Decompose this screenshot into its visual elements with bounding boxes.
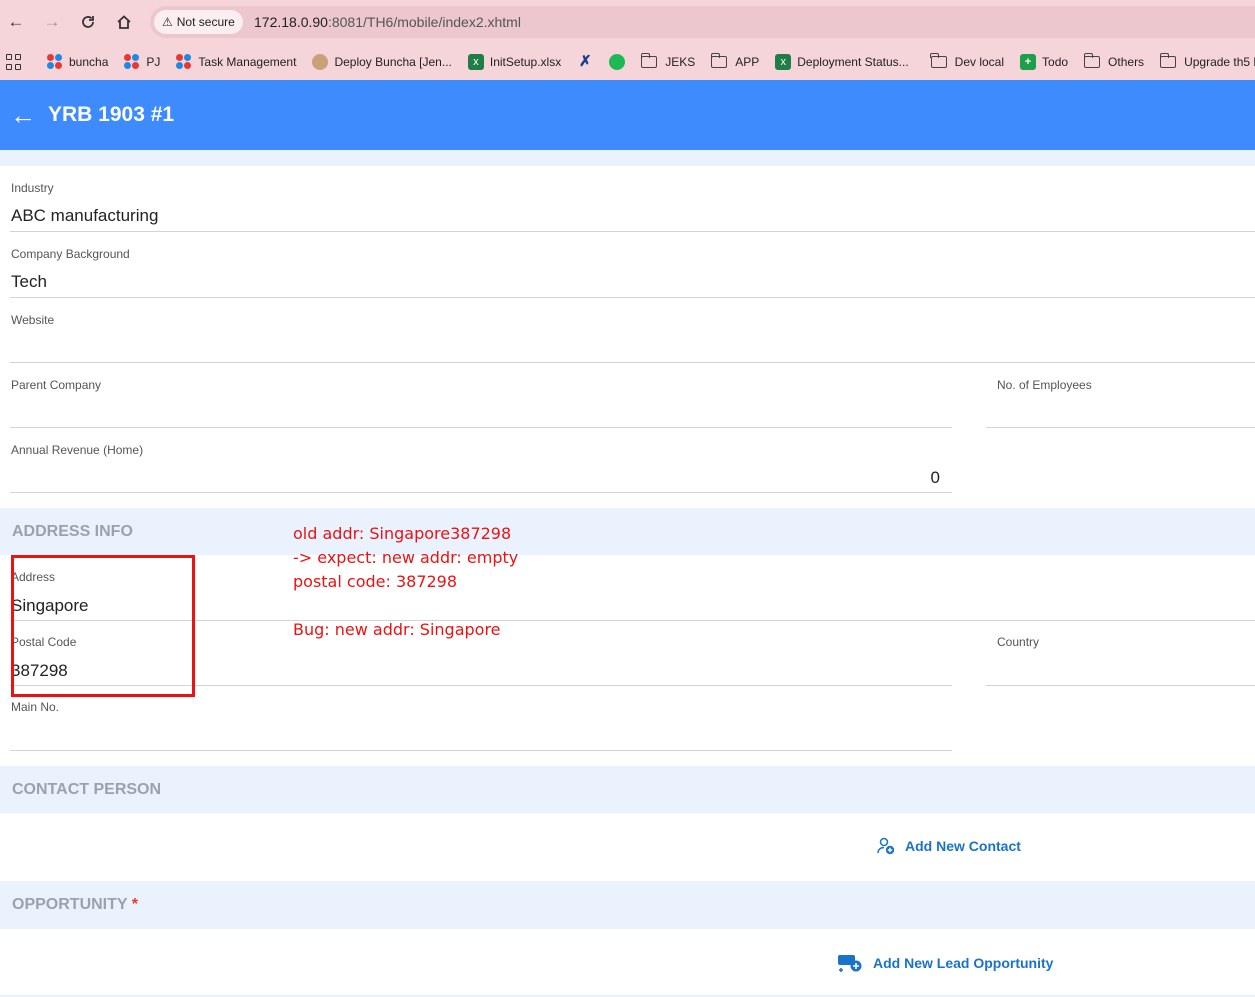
annual-revenue-field[interactable]: Annual Revenue (Home) 0 — [0, 428, 952, 493]
url-host: 172.18.0.90 — [254, 14, 328, 30]
bookmarks-bar: buncha PJ Task Management Deploy Buncha … — [0, 44, 1255, 80]
folder-icon — [710, 53, 728, 68]
bookmark-item[interactable]: PJ — [124, 54, 160, 70]
annotation-line: postal code: 387298 — [293, 572, 458, 591]
company-background-value: Tech — [11, 272, 47, 291]
address-section-header: ADDRESS INFO — [0, 508, 1255, 555]
bookmark-label: PJ — [146, 55, 161, 69]
buncha-logo-icon — [47, 54, 63, 70]
folder-icon — [640, 53, 658, 68]
required-mark: * — [131, 896, 138, 913]
opportunity-section-header: OPPORTUNITY * — [0, 881, 1255, 929]
back-arrow-icon[interactable]: ← — [10, 100, 38, 131]
apps-grid-icon[interactable] — [6, 54, 21, 70]
company-background-field[interactable]: Company Background Tech — [0, 232, 1255, 298]
contact-section-header: CONTACT PERSON — [0, 766, 1255, 813]
add-opportunity-icon — [838, 955, 862, 972]
company-info-card: Industry ABC manufacturing Company Backg… — [0, 166, 1255, 508]
security-chip[interactable]: ⚠ Not secure — [154, 10, 243, 34]
bookmark-label: Deploy Buncha [Jen... — [334, 55, 452, 69]
buncha-logo-icon — [176, 54, 192, 70]
bookmark-label: Others — [1108, 55, 1145, 69]
bookmark-label: buncha — [69, 55, 109, 69]
bookmark-folder[interactable]: APP — [710, 53, 760, 69]
annotation-line: old addr: Singapore387298 — [293, 524, 512, 543]
bookmark-item[interactable]: Deploy Buncha [Jen... — [312, 54, 452, 70]
jenkins-icon — [312, 54, 329, 70]
industry-value: ABC manufacturing — [11, 206, 159, 225]
url-path: :8081/TH6/mobile/index2.xhtml — [327, 14, 521, 30]
bookmark-folder[interactable]: Others — [1083, 53, 1145, 69]
tools-icon: ✗ — [578, 53, 592, 70]
excel-icon: x — [467, 54, 484, 70]
bookmark-item[interactable]: buncha — [47, 54, 108, 70]
opportunity-section-title: OPPORTUNITY * — [12, 896, 138, 914]
website-label: Website — [11, 313, 55, 327]
website-field[interactable]: Website — [0, 298, 1255, 363]
bookmark-item[interactable] — [609, 54, 626, 70]
main-no-label: Main No. — [11, 700, 60, 714]
bookmark-label: Todo — [1042, 55, 1069, 69]
sheets-icon: + — [1020, 54, 1037, 70]
add-contact-button[interactable]: Add New Contact — [877, 837, 1021, 855]
parent-company-label: Parent Company — [11, 378, 102, 392]
industry-field[interactable]: Industry ABC manufacturing — [0, 166, 1255, 232]
bookmark-label: APP — [735, 55, 760, 69]
add-contact-label: Add New Contact — [905, 838, 1021, 854]
bookmark-item[interactable]: + Todo — [1020, 54, 1068, 70]
bookmark-label: Dev local — [954, 55, 1005, 69]
bookmark-label: Deployment Status... — [797, 55, 909, 69]
add-lead-opportunity-label: Add New Lead Opportunity — [873, 955, 1054, 971]
warning-icon: ⚠ — [162, 15, 173, 29]
bookmark-label: JEKS — [665, 55, 696, 69]
bookmark-folder[interactable]: Upgrade th5 l — [1159, 53, 1255, 69]
bookmark-label: Upgrade th5 l — [1184, 55, 1255, 69]
spotify-icon — [609, 54, 626, 70]
folder-icon — [1083, 53, 1101, 68]
url-text[interactable]: 172.18.0.90:8081/TH6/mobile/index2.xhtml — [254, 14, 521, 30]
parent-company-field[interactable]: Parent Company — [0, 363, 952, 428]
home-icon[interactable] — [112, 10, 136, 34]
annotation-line: Bug: new addr: Singapore — [293, 620, 501, 639]
country-field[interactable]: Country — [986, 621, 1255, 686]
add-person-icon — [877, 837, 895, 855]
bookmark-label: Task Management — [198, 55, 297, 69]
industry-label: Industry — [11, 181, 54, 195]
excel-icon: x — [775, 54, 792, 70]
add-lead-opportunity-button[interactable]: Add New Lead Opportunity — [837, 953, 1053, 973]
contact-section-title: CONTACT PERSON — [12, 781, 162, 798]
bookmark-folder[interactable]: Dev local — [930, 53, 1005, 69]
company-background-label: Company Background — [11, 247, 130, 261]
bookmark-item[interactable]: x InitSetup.xlsx — [467, 54, 562, 70]
folder-icon — [930, 53, 947, 68]
annual-revenue-value: 0 — [930, 468, 940, 487]
folder-icon — [1159, 53, 1177, 68]
browser-toolbar: ← → ⚠ Not secure 172.18.0.90:8081/TH6/mo… — [0, 0, 1255, 44]
country-label: Country — [997, 635, 1040, 649]
contact-card: Add New Contact — [0, 813, 1255, 881]
bookmark-item[interactable]: ✗ — [577, 54, 593, 70]
annotation-highlight-box — [11, 555, 195, 697]
page-title: YRB 1903 #1 — [48, 103, 175, 126]
bookmark-item[interactable]: x Deployment Status... — [775, 54, 909, 70]
security-label: Not secure — [176, 15, 235, 29]
reload-icon[interactable] — [76, 10, 100, 34]
address-section-title: ADDRESS INFO — [12, 523, 133, 540]
bookmark-label: InitSetup.xlsx — [489, 55, 562, 69]
employees-label: No. of Employees — [997, 378, 1092, 392]
forward-icon[interactable]: → — [40, 10, 64, 34]
annual-revenue-label: Annual Revenue (Home) — [11, 443, 144, 457]
buncha-logo-icon — [124, 54, 140, 70]
back-icon[interactable]: ← — [4, 10, 28, 34]
annotation-line: -> expect: new addr: empty — [293, 548, 519, 567]
opportunity-card: Add New Lead Opportunity — [0, 929, 1255, 995]
bookmark-folder[interactable]: JEKS — [640, 53, 696, 69]
opportunity-title-text: OPPORTUNITY — [12, 896, 128, 913]
address-bar[interactable]: ⚠ Not secure 172.18.0.90:8081/TH6/mobile… — [150, 6, 1255, 38]
bookmark-item[interactable]: Task Management — [176, 54, 296, 70]
app-header: ← YRB 1903 #1 — [0, 80, 1255, 150]
employees-field[interactable]: No. of Employees — [986, 363, 1255, 428]
